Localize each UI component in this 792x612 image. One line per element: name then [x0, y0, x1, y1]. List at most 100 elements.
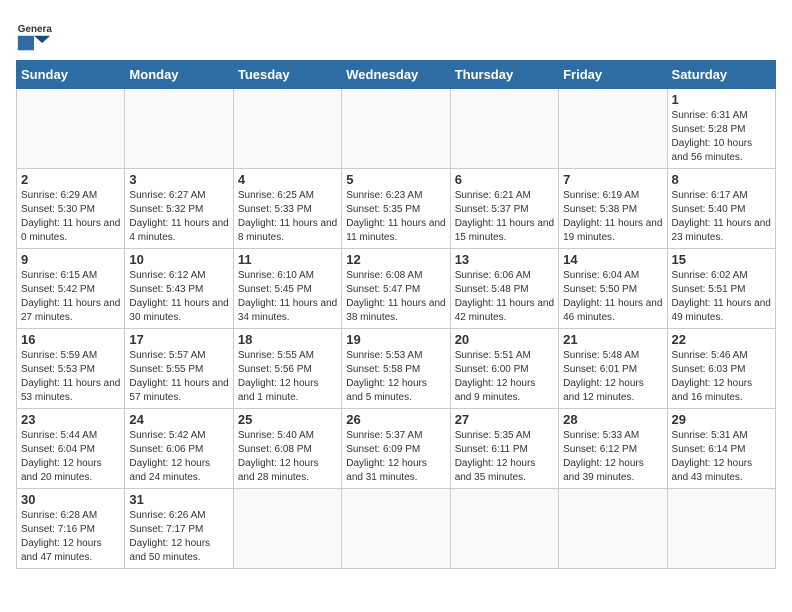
day-info: Sunrise: 6:26 AM Sunset: 7:17 PM Dayligh…	[129, 509, 228, 565]
calendar-day-cell: 24Sunrise: 5:42 AM Sunset: 6:06 PM Dayli…	[125, 409, 233, 489]
calendar-day-cell	[559, 89, 667, 169]
day-info: Sunrise: 5:40 AM Sunset: 6:08 PM Dayligh…	[238, 429, 337, 485]
day-info: Sunrise: 5:48 AM Sunset: 6:01 PM Dayligh…	[563, 349, 662, 405]
day-of-week-header: Friday	[559, 61, 667, 89]
day-info: Sunrise: 6:23 AM Sunset: 5:35 PM Dayligh…	[346, 189, 445, 245]
day-number: 4	[238, 172, 337, 187]
calendar-week-row: 2Sunrise: 6:29 AM Sunset: 5:30 PM Daylig…	[17, 169, 776, 249]
calendar-day-cell: 19 Sunrise: 5:53 AM Sunset: 5:58 PM Dayli…	[342, 329, 450, 409]
day-info: Sunrise: 5:55 AM Sunset: 5:56 PM Dayligh…	[238, 349, 337, 405]
calendar-day-cell	[125, 89, 233, 169]
calendar-day-cell: 21 Sunrise: 5:48 AM Sunset: 6:01 PM Dayli…	[559, 329, 667, 409]
calendar-day-cell: 18 Sunrise: 5:55 AM Sunset: 5:56 PM Dayli…	[233, 329, 341, 409]
calendar-day-cell: 11Sunrise: 6:10 AM Sunset: 5:45 PM Dayli…	[233, 249, 341, 329]
calendar-day-cell	[667, 489, 775, 569]
day-number: 23	[21, 412, 120, 427]
calendar-day-cell: 10 Sunrise: 6:12 AM Sunset: 5:43 PM Dayli…	[125, 249, 233, 329]
calendar-day-cell: 7Sunrise: 6:19 AM Sunset: 5:38 PM Daylig…	[559, 169, 667, 249]
calendar-day-cell: 6 Sunrise: 6:21 AM Sunset: 5:37 PM Daylig…	[450, 169, 558, 249]
calendar-day-cell: 13Sunrise: 6:06 AM Sunset: 5:48 PM Dayli…	[450, 249, 558, 329]
day-number: 22	[672, 332, 771, 347]
calendar-week-row: 23 Sunrise: 5:44 AM Sunset: 6:04 PM Dayli…	[17, 409, 776, 489]
day-number: 25	[238, 412, 337, 427]
day-number: 18	[238, 332, 337, 347]
calendar-day-cell: 3 Sunrise: 6:27 AM Sunset: 5:32 PM Daylig…	[125, 169, 233, 249]
day-info: Sunrise: 5:51 AM Sunset: 6:00 PM Dayligh…	[455, 349, 554, 405]
calendar-day-cell: 22 Sunrise: 5:46 AM Sunset: 6:03 PM Dayli…	[667, 329, 775, 409]
calendar-day-cell: 26 Sunrise: 5:37 AM Sunset: 6:09 PM Dayli…	[342, 409, 450, 489]
day-number: 19	[346, 332, 445, 347]
day-number: 17	[129, 332, 228, 347]
day-info: Sunrise: 6:06 AM Sunset: 5:48 PM Dayligh…	[455, 269, 554, 325]
day-number: 11	[238, 252, 337, 267]
calendar-day-cell	[342, 89, 450, 169]
calendar-day-cell: 20 Sunrise: 5:51 AM Sunset: 6:00 PM Dayli…	[450, 329, 558, 409]
calendar-day-cell: 15 Sunrise: 6:02 AM Sunset: 5:51 PM Dayli…	[667, 249, 775, 329]
day-number: 15	[672, 252, 771, 267]
calendar-day-cell	[342, 489, 450, 569]
day-number: 26	[346, 412, 445, 427]
day-number: 6	[455, 172, 554, 187]
day-of-week-header: Saturday	[667, 61, 775, 89]
day-info: Sunrise: 6:25 AM Sunset: 5:33 PM Dayligh…	[238, 189, 337, 245]
day-number: 2	[21, 172, 120, 187]
calendar-week-row: 9Sunrise: 6:15 AM Sunset: 5:42 PM Daylig…	[17, 249, 776, 329]
calendar-day-cell: 12Sunrise: 6:08 AM Sunset: 5:47 PM Dayli…	[342, 249, 450, 329]
day-number: 30	[21, 492, 120, 507]
day-info: Sunrise: 6:02 AM Sunset: 5:51 PM Dayligh…	[672, 269, 771, 325]
calendar-day-cell	[450, 489, 558, 569]
calendar-day-cell: 17 Sunrise: 5:57 AM Sunset: 5:55 PM Dayli…	[125, 329, 233, 409]
calendar-day-cell: 23 Sunrise: 5:44 AM Sunset: 6:04 PM Dayli…	[17, 409, 125, 489]
day-of-week-header: Sunday	[17, 61, 125, 89]
day-info: Sunrise: 5:35 AM Sunset: 6:11 PM Dayligh…	[455, 429, 554, 485]
day-info: Sunrise: 6:21 AM Sunset: 5:37 PM Dayligh…	[455, 189, 554, 245]
calendar-day-cell: 5 Sunrise: 6:23 AM Sunset: 5:35 PM Daylig…	[342, 169, 450, 249]
calendar-day-cell	[450, 89, 558, 169]
day-info: Sunrise: 5:31 AM Sunset: 6:14 PM Dayligh…	[672, 429, 771, 485]
calendar-day-cell: 9Sunrise: 6:15 AM Sunset: 5:42 PM Daylig…	[17, 249, 125, 329]
day-info: Sunrise: 6:17 AM Sunset: 5:40 PM Dayligh…	[672, 189, 771, 245]
calendar-day-cell: 31 Sunrise: 6:26 AM Sunset: 7:17 PM Dayli…	[125, 489, 233, 569]
day-info: Sunrise: 5:53 AM Sunset: 5:58 PM Dayligh…	[346, 349, 445, 405]
calendar-day-cell: 27Sunrise: 5:35 AM Sunset: 6:11 PM Dayli…	[450, 409, 558, 489]
calendar-day-cell: 8 Sunrise: 6:17 AM Sunset: 5:40 PM Daylig…	[667, 169, 775, 249]
day-info: Sunrise: 5:33 AM Sunset: 6:12 PM Dayligh…	[563, 429, 662, 485]
calendar-day-cell: 16 Sunrise: 5:59 AM Sunset: 5:53 PM Dayli…	[17, 329, 125, 409]
day-info: Sunrise: 6:12 AM Sunset: 5:43 PM Dayligh…	[129, 269, 228, 325]
day-info: Sunrise: 6:31 AM Sunset: 5:28 PM Dayligh…	[672, 109, 771, 165]
calendar-day-cell: 29 Sunrise: 5:31 AM Sunset: 6:14 PM Dayli…	[667, 409, 775, 489]
day-number: 10	[129, 252, 228, 267]
calendar-table: SundayMondayTuesdayWednesdayThursdayFrid…	[16, 60, 776, 569]
day-info: Sunrise: 6:15 AM Sunset: 5:42 PM Dayligh…	[21, 269, 120, 325]
calendar-day-cell: 2Sunrise: 6:29 AM Sunset: 5:30 PM Daylig…	[17, 169, 125, 249]
calendar-week-row: 1 Sunrise: 6:31 AM Sunset: 5:28 PM Daylig…	[17, 89, 776, 169]
day-number: 21	[563, 332, 662, 347]
day-number: 3	[129, 172, 228, 187]
day-info: Sunrise: 6:08 AM Sunset: 5:47 PM Dayligh…	[346, 269, 445, 325]
day-info: Sunrise: 5:57 AM Sunset: 5:55 PM Dayligh…	[129, 349, 228, 405]
day-info: Sunrise: 5:37 AM Sunset: 6:09 PM Dayligh…	[346, 429, 445, 485]
day-number: 29	[672, 412, 771, 427]
day-info: Sunrise: 5:44 AM Sunset: 6:04 PM Dayligh…	[21, 429, 120, 485]
page-header: General	[16, 16, 776, 52]
calendar-day-cell	[233, 489, 341, 569]
day-number: 5	[346, 172, 445, 187]
day-number: 20	[455, 332, 554, 347]
day-info: Sunrise: 6:28 AM Sunset: 7:16 PM Dayligh…	[21, 509, 120, 565]
day-number: 24	[129, 412, 228, 427]
logo: General	[16, 16, 58, 52]
day-number: 16	[21, 332, 120, 347]
calendar-day-cell: 25 Sunrise: 5:40 AM Sunset: 6:08 PM Dayli…	[233, 409, 341, 489]
calendar-day-cell	[559, 489, 667, 569]
day-info: Sunrise: 5:59 AM Sunset: 5:53 PM Dayligh…	[21, 349, 120, 405]
day-number: 31	[129, 492, 228, 507]
day-number: 8	[672, 172, 771, 187]
day-info: Sunrise: 5:46 AM Sunset: 6:03 PM Dayligh…	[672, 349, 771, 405]
day-info: Sunrise: 6:27 AM Sunset: 5:32 PM Dayligh…	[129, 189, 228, 245]
day-number: 7	[563, 172, 662, 187]
generalblue-logo-icon: General	[16, 16, 52, 52]
day-number: 28	[563, 412, 662, 427]
day-number: 1	[672, 92, 771, 107]
calendar-day-cell: 4 Sunrise: 6:25 AM Sunset: 5:33 PM Daylig…	[233, 169, 341, 249]
calendar-day-cell: 1 Sunrise: 6:31 AM Sunset: 5:28 PM Daylig…	[667, 89, 775, 169]
